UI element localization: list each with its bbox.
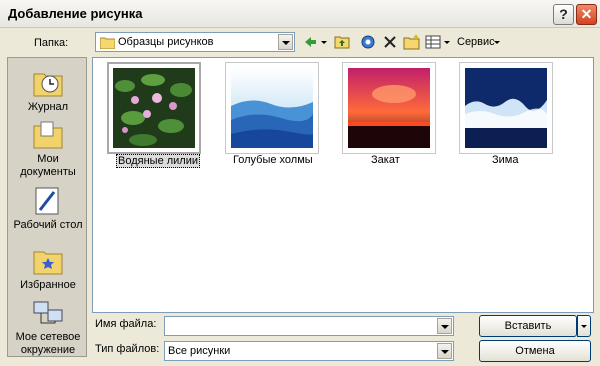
history-icon [33,73,63,97]
place-favorites[interactable]: Избранное [8,246,88,292]
place-label: Избранное [20,279,76,291]
insert-button-label: Вставить [504,320,552,332]
folder-dropdown-arrow[interactable] [278,34,293,50]
place-label: Мои документы [20,153,76,178]
filename-label: Имя файла: [95,318,157,330]
help-button[interactable]: ? [553,4,574,25]
service-dropdown-icon[interactable] [493,34,501,50]
new-folder-icon[interactable] [403,34,420,50]
close-button[interactable]: ✕ [576,4,597,25]
place-history[interactable]: Журнал [8,68,88,114]
sunset-image [348,68,430,148]
delete-icon[interactable] [383,34,397,50]
favorites-icon [33,251,63,275]
folder-label: Папка: [34,37,69,49]
filetype-value: Все рисунки [168,345,231,357]
window-title: Добавление рисунка [8,6,143,21]
winter-image [465,68,547,148]
file-name[interactable]: Водяные лилии [116,154,201,168]
cancel-button[interactable]: Отмена [479,340,591,362]
file-thumbnail-blue-hills[interactable] [225,62,319,154]
filetype-label: Тип файлов: [95,343,160,355]
place-label: Рабочий стол [13,219,83,231]
place-my-documents[interactable]: Мои документы [8,120,88,179]
filename-dropdown-arrow[interactable] [437,318,452,334]
place-label: Журнал [27,101,69,113]
file-thumbnail-sunset[interactable] [342,62,436,154]
file-name[interactable]: Зима [492,154,518,166]
filename-input[interactable] [164,316,454,336]
water-lilies-image [113,68,195,148]
blue-hills-image [231,68,313,148]
insert-button[interactable]: Вставить [479,315,577,337]
place-network[interactable]: Мое сетевое окружение [8,298,88,357]
folder-select[interactable]: Образцы рисунков [95,32,295,52]
places-bar: Журнал Мои документы Рабочий стол Избран… [7,57,87,357]
insert-dropdown-icon [581,325,587,328]
desktop-icon [35,187,59,215]
up-folder-icon[interactable] [334,34,350,50]
file-thumbnail-winter[interactable] [459,62,553,154]
filetype-dropdown-arrow[interactable] [437,343,452,359]
views-dropdown-icon[interactable] [443,34,451,50]
file-thumbnail-water-lilies[interactable] [107,62,201,154]
filetype-select[interactable]: Все рисунки [164,341,454,361]
network-icon [33,301,63,324]
back-dropdown-icon[interactable] [320,34,328,50]
file-view[interactable]: Водяные лилии Голубые холмы Закат Зима [92,57,594,313]
insert-dropdown-button[interactable] [577,315,591,337]
place-label: Мое сетевое окружение [15,331,81,356]
my-documents-icon [33,121,63,149]
folder-value: Образцы рисунков [118,36,214,48]
views-icon[interactable] [425,34,441,50]
cancel-button-label: Отмена [515,345,555,357]
back-icon[interactable] [303,34,317,50]
folder-icon [100,37,115,49]
file-name[interactable]: Голубые холмы [233,154,313,166]
service-menu[interactable]: Сервис [457,36,495,48]
title-bar: Добавление рисунка ? ✕ [0,0,600,28]
file-name[interactable]: Закат [371,154,400,166]
search-web-icon[interactable] [360,34,376,50]
place-desktop[interactable]: Рабочий стол [8,186,88,232]
